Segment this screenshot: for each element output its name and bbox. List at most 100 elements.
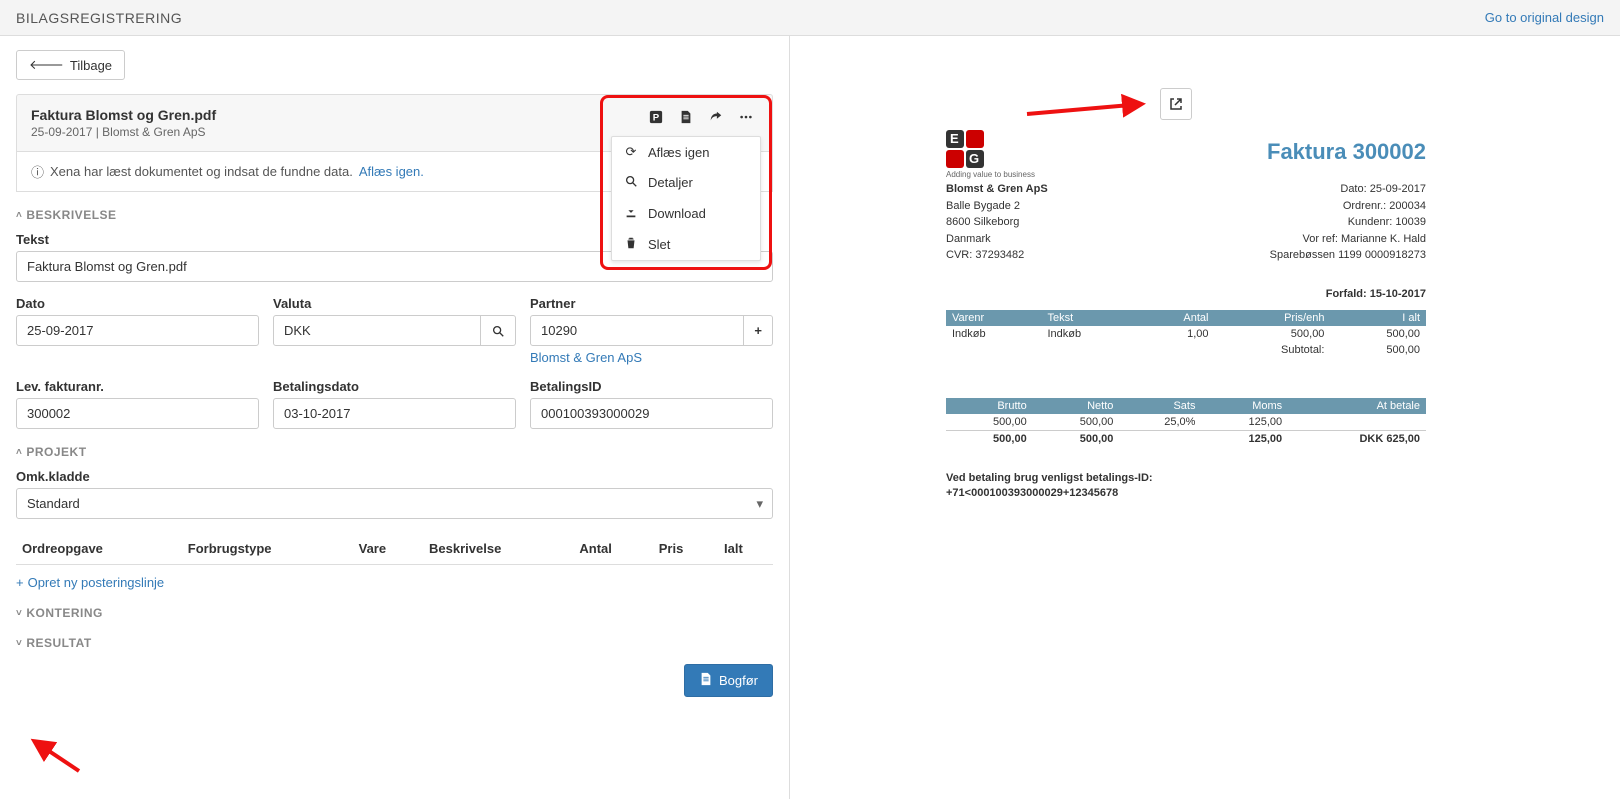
- paynote-1: Ved betaling brug venligst betalings-ID:: [946, 471, 1426, 486]
- dropdown-details[interactable]: Detaljer: [612, 167, 760, 198]
- betalingsdato-input[interactable]: [273, 398, 516, 429]
- label-partner: Partner: [530, 296, 773, 311]
- label-levfaktura: Lev. fakturanr.: [16, 379, 259, 394]
- section-beskrivelse-label: BESKRIVELSE: [26, 208, 116, 222]
- post-label: Bogfør: [719, 673, 758, 688]
- label-dato: Dato: [16, 296, 259, 311]
- t2-h1: Netto: [1033, 398, 1120, 414]
- download-icon: [624, 205, 638, 222]
- parking-icon[interactable]: P: [647, 108, 665, 126]
- subtotal-row: Subtotal: 500,00: [946, 342, 1426, 358]
- dato-input[interactable]: [16, 315, 259, 346]
- section-resultat[interactable]: ˅ RESULTAT: [16, 636, 773, 650]
- dropdown-download-label: Download: [648, 206, 706, 221]
- t1-h4: I alt: [1330, 310, 1426, 326]
- dropdown-delete-label: Slet: [648, 237, 670, 252]
- partner-name-link[interactable]: Blomst & Gren ApS: [530, 350, 642, 365]
- col-pris: Pris: [653, 533, 718, 565]
- label-omkkladde: Omk.kladde: [16, 469, 773, 484]
- document-preview: Adding value to business Faktura 300002 …: [946, 130, 1426, 501]
- info-icon: ⓘ: [31, 162, 44, 181]
- refresh-icon: ⟳: [624, 144, 638, 160]
- file-card: Faktura Blomst og Gren.pdf 25-09-2017 | …: [16, 94, 773, 152]
- plus-icon: +: [16, 575, 24, 590]
- action-highlight: P ⟳ Aflæs igen Detaljer: [600, 95, 772, 270]
- doc-cvr: CVR: 37293482: [946, 247, 1048, 264]
- t1-h2: Antal: [1137, 310, 1215, 326]
- table-row: 500,00 500,00 125,00 DKK 625,00: [946, 430, 1426, 447]
- doc-items-table: Varenr Tekst Antal Pris/enh I alt Indkøb…: [946, 310, 1426, 358]
- external-link-icon: [1168, 96, 1184, 112]
- col-ialt: Ialt: [718, 533, 773, 565]
- doc-company: Blomst & Gren ApS: [946, 181, 1048, 198]
- back-button[interactable]: 🡐 Tilbage: [16, 50, 125, 80]
- col-beskrivelse: Beskrivelse: [423, 533, 573, 565]
- doc-kundenr: Kundenr: 10039: [1270, 214, 1426, 231]
- omkkladde-select[interactable]: [16, 488, 773, 519]
- doc-vorref: Vor ref: Marianne K. Hald: [1270, 231, 1426, 248]
- doc-forfald: Forfald: 15-10-2017: [946, 288, 1426, 300]
- table-row: Indkøb Indkøb 1,00 500,00 500,00: [946, 326, 1426, 342]
- betalingsid-input[interactable]: [530, 398, 773, 429]
- doc-spare: Sparebøssen 1199 0000918273: [1270, 247, 1426, 264]
- paynote-2: +71<000100393000029+12345678: [946, 486, 1426, 501]
- lines-table: Ordreopgave Forbrugstype Vare Beskrivels…: [16, 533, 773, 565]
- label-betalingsid: BetalingsID: [530, 379, 773, 394]
- t1-h0: Varenr: [946, 310, 1041, 326]
- section-projekt-label: PROJEKT: [26, 445, 86, 459]
- trash-icon: [624, 236, 638, 253]
- chevron-down-icon: ˅: [16, 638, 22, 649]
- popout-button[interactable]: [1160, 88, 1192, 120]
- levfaktura-input[interactable]: [16, 398, 259, 429]
- doc-addr3: Danmark: [946, 231, 1048, 248]
- page-title: BILAGSREGISTRERING: [16, 10, 182, 26]
- back-label: Tilbage: [70, 58, 112, 73]
- t1-h3: Pris/enh: [1215, 310, 1331, 326]
- dropdown-details-label: Detaljer: [648, 175, 693, 190]
- original-design-link[interactable]: Go to original design: [1485, 10, 1604, 25]
- doc-ordernr: Ordrenr.: 200034: [1270, 198, 1426, 215]
- partner-input[interactable]: [530, 315, 744, 346]
- doc-date: Dato: 25-09-2017: [1270, 181, 1426, 198]
- doc-addr2: 8600 Silkeborg: [946, 214, 1048, 231]
- post-button[interactable]: Bogfør: [684, 664, 773, 697]
- chevron-up-icon: ˄: [16, 210, 22, 221]
- more-icon[interactable]: [737, 108, 755, 126]
- section-kontering-label: KONTERING: [26, 606, 103, 620]
- dropdown-reread[interactable]: ⟳ Aflæs igen: [612, 137, 760, 167]
- section-kontering[interactable]: ˅ KONTERING: [16, 606, 773, 620]
- share-icon[interactable]: [707, 108, 725, 126]
- annotation-arrow: [24, 736, 84, 776]
- col-forbrugstype: Forbrugstype: [182, 533, 353, 565]
- add-line-button[interactable]: + Opret ny posteringslinje: [16, 575, 164, 590]
- annotation-arrow: [1022, 94, 1152, 124]
- valuta-search-button[interactable]: [481, 315, 516, 346]
- info-reread-link[interactable]: Aflæs igen.: [359, 164, 424, 179]
- t2-h3: Moms: [1201, 398, 1288, 414]
- document-icon[interactable]: [677, 108, 695, 126]
- doc-addr1: Balle Bygade 2: [946, 198, 1048, 215]
- label-valuta: Valuta: [273, 296, 516, 311]
- info-text: Xena har læst dokumentet og indsat de fu…: [50, 164, 353, 179]
- section-resultat-label: RESULTAT: [26, 636, 91, 650]
- t2-h2: Sats: [1119, 398, 1201, 414]
- chevron-up-icon: ˄: [16, 447, 22, 458]
- section-projekt[interactable]: ˄ PROJEKT: [16, 445, 773, 459]
- action-dropdown: ⟳ Aflæs igen Detaljer Download Slet: [611, 136, 761, 261]
- dropdown-reread-label: Aflæs igen: [648, 145, 709, 160]
- t2-h0: Brutto: [946, 398, 1033, 414]
- valuta-input[interactable]: [273, 315, 481, 346]
- t2-h4: At betale: [1288, 398, 1426, 414]
- doc-totals-table: Brutto Netto Sats Moms At betale 500,00 …: [946, 398, 1426, 447]
- t1-h1: Tekst: [1041, 310, 1136, 326]
- dropdown-download[interactable]: Download: [612, 198, 760, 229]
- eg-logo: [946, 130, 1035, 168]
- add-line-label: Opret ny posteringslinje: [28, 575, 165, 590]
- col-antal: Antal: [573, 533, 652, 565]
- dropdown-delete[interactable]: Slet: [612, 229, 760, 260]
- table-row: 500,00 500,00 25,0% 125,00: [946, 414, 1426, 431]
- partner-add-button[interactable]: +: [744, 315, 773, 346]
- col-ordreopgave: Ordreopgave: [16, 533, 182, 565]
- arrow-left-icon: 🡐: [29, 57, 64, 73]
- document-icon: [699, 672, 713, 689]
